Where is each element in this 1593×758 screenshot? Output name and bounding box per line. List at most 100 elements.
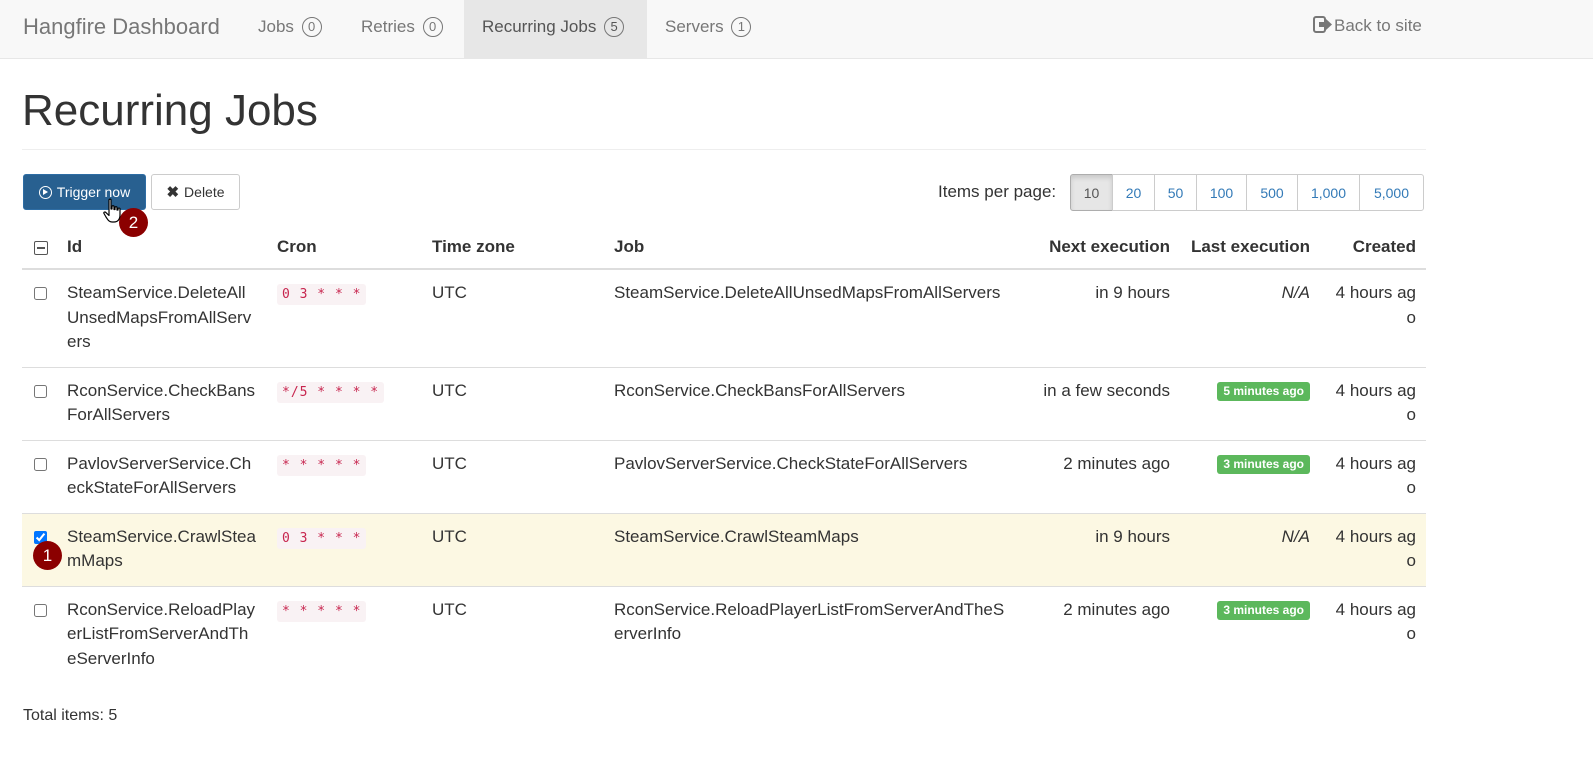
last-execution-badge: 3 minutes ago (1217, 600, 1310, 620)
job-id-cell: SteamService.DeleteAllUnsedMapsFromAllSe… (67, 283, 252, 351)
timezone-cell: UTC (422, 366, 604, 440)
job-id-cell: PavlovServerService.CheckStateForAllServ… (57, 439, 267, 513)
nav-retries-badge: 0 (422, 17, 443, 37)
last-execution-badge: 5 minutes ago (1217, 381, 1310, 401)
last-execution-cell: 3 minutes ago (1180, 585, 1320, 683)
title-divider (22, 149, 1426, 150)
close-icon: ✖ (166, 184, 180, 201)
items-per-page-group: 10 20 50 100 500 1,000 5,000 (1070, 174, 1424, 211)
nav-jobs-badge: 0 (301, 17, 322, 37)
last-execution-cell: N/A (1180, 512, 1320, 586)
last-execution-cell: N/A (1180, 269, 1320, 367)
timezone-cell: UTC (422, 439, 604, 513)
last-execution-na: N/A (1281, 526, 1310, 546)
nav-recurring-label: Recurring Jobs (482, 17, 597, 36)
page-size-20[interactable]: 20 (1112, 174, 1155, 211)
table-row: RconService.CheckBansForAllServers */5 * … (22, 366, 1426, 440)
cron-cell: 0 3 * * * (267, 512, 422, 586)
delete-button[interactable]: ✖ Delete (151, 174, 240, 210)
back-to-site-link[interactable]: Back to site (1313, 16, 1422, 36)
page-size-50[interactable]: 50 (1154, 174, 1197, 211)
cron-expression: * * * * * (277, 454, 367, 476)
timezone-cell: UTC (432, 283, 467, 302)
next-execution-cell: 2 minutes ago (1019, 439, 1180, 513)
cron-expression: */5 * * * * (277, 381, 385, 403)
row-checkbox[interactable] (34, 384, 47, 398)
delete-label: Delete (184, 184, 225, 200)
job-name-cell: RconService.ReloadPlayerListFromServerAn… (604, 585, 1019, 683)
cron-expression: 0 3 * * * (277, 284, 367, 305)
page-title: Recurring Jobs (22, 86, 318, 135)
col-created-header: Created (1320, 228, 1426, 270)
row-select-cell (22, 585, 57, 683)
last-execution-badge: 3 minutes ago (1217, 454, 1310, 474)
job-id-cell: RconService.ReloadPlayerListFromServerAn… (57, 585, 267, 683)
page-size-10[interactable]: 10 (1070, 174, 1113, 211)
timezone-cell: UTC (422, 585, 604, 683)
last-execution-na: N/A (1281, 283, 1310, 302)
table-row: RconService.ReloadPlayerListFromServerAn… (22, 585, 1426, 683)
created-cell: 4 hours ago (1320, 439, 1426, 513)
navbar: Hangfire Dashboard Jobs 0 Retries 0 Recu… (0, 0, 1593, 59)
step-marker-2: 2 (119, 208, 148, 237)
nav-recurring-badge: 5 (604, 17, 625, 37)
table-row: SteamService.DeleteAllUnsedMapsFromAllSe… (22, 269, 1426, 367)
nav-servers-label: Servers (665, 17, 724, 36)
page-size-500[interactable]: 500 (1246, 174, 1298, 211)
nav-servers-badge: 1 (731, 17, 752, 37)
created-cell: 4 hours ago (1320, 585, 1426, 683)
recurring-jobs-table: Id Cron Time zone Job Next execution Las… (22, 228, 1426, 683)
nav-servers[interactable]: Servers 1 (647, 0, 769, 58)
back-to-site-label: Back to site (1334, 16, 1422, 35)
select-all-checkbox[interactable] (34, 240, 48, 255)
row-checkbox[interactable] (34, 457, 47, 471)
col-job-header: Job (604, 228, 1019, 270)
job-id-cell: RconService.CheckBansForAllServers (57, 366, 267, 440)
col-cron-header: Cron (267, 228, 422, 270)
cron-expression: 0 3 * * * (277, 527, 367, 549)
hand-cursor-icon (103, 198, 121, 223)
row-checkbox[interactable] (34, 287, 47, 300)
cron-expression: * * * * * (277, 600, 367, 622)
col-next-execution-header: Next execution (1019, 228, 1180, 270)
select-all-cell (22, 228, 57, 270)
nav-jobs[interactable]: Jobs 0 (240, 0, 340, 58)
created-cell: 4 hours ago (1320, 512, 1426, 586)
last-execution-cell: 3 minutes ago (1180, 439, 1320, 513)
cron-cell: * * * * * (267, 439, 422, 513)
nav-retries-label: Retries (361, 17, 415, 36)
trigger-now-button[interactable]: Trigger now (23, 174, 146, 210)
page-size-5000[interactable]: 5,000 (1359, 174, 1424, 211)
cron-cell: */5 * * * * (267, 366, 422, 440)
cron-cell: 0 3 * * * (267, 269, 422, 367)
cron-cell: * * * * * (267, 585, 422, 683)
row-select-cell (22, 439, 57, 513)
last-execution-cell: 5 minutes ago (1180, 366, 1320, 440)
next-execution-cell: in a few seconds (1019, 366, 1180, 440)
sign-out-icon (1313, 16, 1332, 33)
nav-recurring-jobs[interactable]: Recurring Jobs 5 (464, 0, 647, 58)
job-name-cell: RconService.CheckBansForAllServers (604, 366, 1019, 440)
col-id-header: Id (57, 228, 267, 270)
table-header-row: Id Cron Time zone Job Next execution Las… (22, 228, 1426, 270)
nav-retries[interactable]: Retries 0 (343, 0, 461, 58)
row-checkbox[interactable] (34, 603, 47, 617)
job-id-cell: SteamService.CrawlSteamMaps (57, 512, 267, 586)
created-cell: 4 hours ago (1320, 366, 1426, 440)
job-name-cell: SteamService.DeleteAllUnsedMapsFromAllSe… (614, 283, 1001, 302)
created-cell: 4 hours ago (1335, 283, 1416, 327)
table-row: SteamService.CrawlSteamMaps 0 3 * * * UTC S… (22, 512, 1426, 586)
total-items: Total items: 5 (23, 707, 118, 724)
row-select-cell (22, 269, 57, 367)
nav-jobs-label: Jobs (258, 17, 294, 36)
next-execution-cell: in 9 hours (1095, 283, 1170, 302)
page-size-1000[interactable]: 1,000 (1297, 174, 1360, 211)
timezone-cell: UTC (422, 512, 604, 586)
next-execution-cell: in 9 hours (1019, 512, 1180, 586)
play-circle-icon (38, 185, 52, 199)
job-name-cell: SteamService.CrawlSteamMaps (604, 512, 1019, 586)
job-name-cell: PavlovServerService.CheckStateForAllServ… (604, 439, 1019, 513)
table-row: PavlovServerService.CheckStateForAllServ… (22, 439, 1426, 513)
brand-link[interactable]: Hangfire Dashboard (23, 14, 220, 40)
page-size-100[interactable]: 100 (1196, 174, 1247, 211)
